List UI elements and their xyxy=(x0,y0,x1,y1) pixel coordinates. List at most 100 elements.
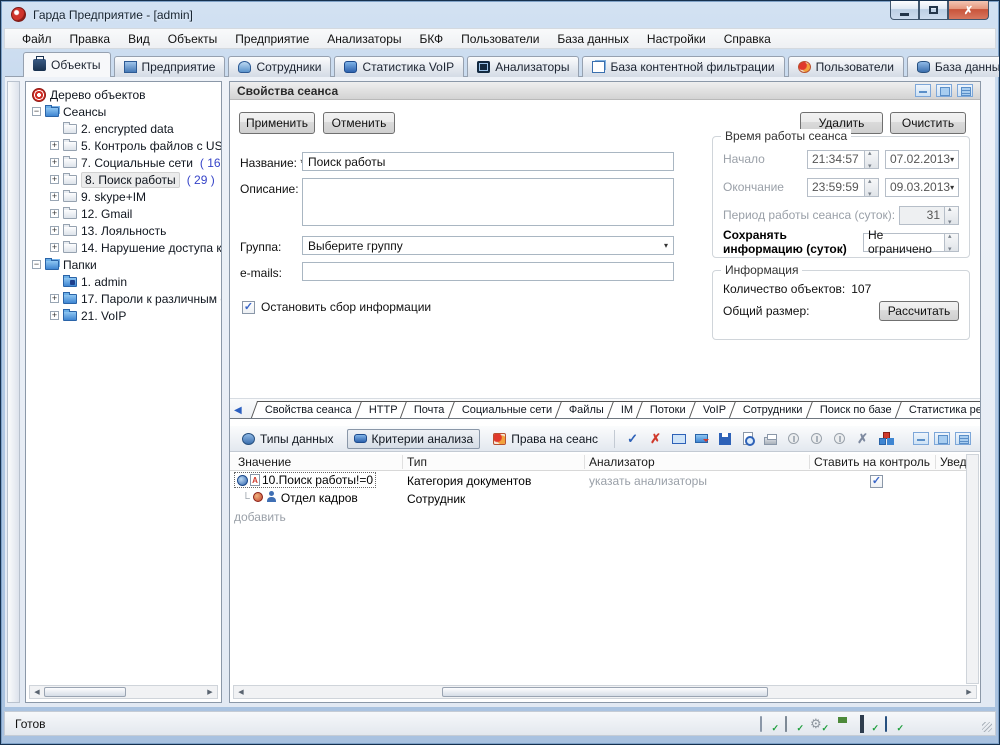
tree-item-session-8-selected[interactable]: 8. Поиск работы ( 29 ) xyxy=(26,171,221,188)
monitor-checkbox[interactable] xyxy=(870,475,883,488)
keep-info-spinner[interactable] xyxy=(945,233,959,252)
start-date-field[interactable]: 07.02.2013 ▾ xyxy=(885,150,959,169)
period-spinner[interactable] xyxy=(945,206,959,225)
expand-icon[interactable] xyxy=(50,158,59,167)
expand-icon[interactable] xyxy=(50,226,59,235)
stop-collection-checkbox[interactable] xyxy=(242,301,255,314)
add-criterion-row[interactable]: добавить xyxy=(230,507,966,525)
stop-collection-row[interactable]: Остановить сбор информации xyxy=(242,300,431,314)
tree-item-session-7[interactable]: 7. Социальные сети ( 162 ) xyxy=(26,154,221,171)
menu-file[interactable]: Файл xyxy=(13,30,61,48)
criteria-row-category[interactable]: A 10.Поиск работы!=0 Категория документо… xyxy=(230,471,966,489)
add-criterion-link[interactable]: добавить xyxy=(234,510,286,524)
view-criteria-button[interactable]: Критерии анализа xyxy=(347,429,481,449)
tab-database[interactable]: База данных xyxy=(907,56,1000,77)
menu-help[interactable]: Справка xyxy=(715,30,780,48)
network-monitor-status-icon[interactable]: ✓ xyxy=(860,717,876,731)
tree-item-session-14[interactable]: 14. Нарушение доступа к ин xyxy=(26,239,221,256)
tree-item-session-9[interactable]: 9. skype+IM xyxy=(26,188,221,205)
tree-horizontal-scrollbar[interactable]: ◀ ▶ xyxy=(29,685,218,699)
menu-analyzers[interactable]: Анализаторы xyxy=(318,30,410,48)
database-status-icon[interactable]: ✓ xyxy=(785,717,801,731)
column-header-notify[interactable]: Увед xyxy=(940,455,967,469)
expand-icon[interactable] xyxy=(50,141,59,150)
tab-employees[interactable]: Сотрудники xyxy=(228,56,331,77)
expand-icon[interactable] xyxy=(50,311,59,320)
expand-icon[interactable] xyxy=(50,209,59,218)
clear-button[interactable]: Очистить xyxy=(890,112,966,134)
confirm-check-icon[interactable]: ✓ xyxy=(624,430,641,447)
tree-item-folder-21[interactable]: 21. VoIP xyxy=(26,307,221,324)
end-time-field[interactable]: 23:59:59 xyxy=(807,178,865,197)
services-gear-status-icon[interactable]: ⚙✓ xyxy=(810,717,826,731)
tree-item-folder-17[interactable]: 17. Пароли к различным сер xyxy=(26,290,221,307)
criteria-row-employee[interactable]: └ Отдел кадров Сотрудник xyxy=(230,489,966,507)
menu-enterprise[interactable]: Предприятие xyxy=(226,30,318,48)
scroll-thumb[interactable] xyxy=(442,687,768,697)
period-field[interactable]: 31 xyxy=(899,206,945,225)
start-time-spinner[interactable] xyxy=(865,150,879,169)
description-textarea[interactable] xyxy=(302,178,674,226)
detail-tab-properties[interactable]: Свойства сеанса xyxy=(251,401,366,418)
expand-icon[interactable] xyxy=(50,175,59,184)
expand-icon[interactable] xyxy=(50,243,59,252)
collapse-icon[interactable] xyxy=(32,107,41,116)
license-flag-status-icon[interactable] xyxy=(835,717,851,731)
tree-item-session-13[interactable]: 13. Лояльность xyxy=(26,222,221,239)
collapse-icon[interactable] xyxy=(32,260,41,269)
close-button[interactable]: ✗ xyxy=(948,1,989,20)
column-header-analyzer[interactable]: Анализатор xyxy=(589,455,655,469)
tab-objects[interactable]: Объекты xyxy=(23,52,111,77)
tab-voip-stats[interactable]: Статистика VoIP xyxy=(334,56,464,77)
tree-group-folders[interactable]: Папки xyxy=(26,256,221,273)
panel-restore-button[interactable] xyxy=(957,84,973,97)
print-icon[interactable] xyxy=(762,430,779,447)
expand-icon[interactable] xyxy=(50,192,59,201)
end-date-field[interactable]: 09.03.2013 ▾ xyxy=(885,178,959,197)
export-computer-icon[interactable] xyxy=(670,430,687,447)
scroll-left-icon[interactable]: ◀ xyxy=(30,686,44,698)
panel-horizontal-scrollbar[interactable]: ◀ ▶ xyxy=(233,685,977,699)
network-map-icon[interactable] xyxy=(877,430,894,447)
end-time-spinner[interactable] xyxy=(865,178,879,197)
keep-info-field[interactable]: Не ограничено xyxy=(863,233,945,252)
save-icon[interactable] xyxy=(716,430,733,447)
emails-input[interactable] xyxy=(302,262,674,281)
cut-network-icon[interactable]: ✗ xyxy=(854,430,871,447)
column-header-type[interactable]: Тип xyxy=(407,455,427,469)
column-header-monitor[interactable]: Ставить на контроль xyxy=(814,455,930,469)
panel-maximize-button[interactable] xyxy=(936,84,952,97)
calculate-button[interactable]: Рассчитать xyxy=(879,301,959,321)
subpanel-maximize-button[interactable] xyxy=(934,432,950,445)
attachment-disabled-icon-1[interactable] xyxy=(785,430,802,447)
tabs-scroll-left-icon[interactable]: ◀ xyxy=(234,402,242,418)
import-folder-icon[interactable] xyxy=(693,430,710,447)
menu-objects[interactable]: Объекты xyxy=(159,30,227,48)
minimize-button[interactable] xyxy=(890,1,919,20)
panel-minimize-button[interactable] xyxy=(915,84,931,97)
menu-bkf[interactable]: БКФ xyxy=(411,30,453,48)
focused-cell[interactable]: A 10.Поиск работы!=0 xyxy=(234,472,376,488)
menu-database[interactable]: База данных xyxy=(548,30,637,48)
session-name-input[interactable] xyxy=(302,152,674,171)
connection-puzzle-icon[interactable] xyxy=(735,717,751,731)
tree-item-session-2[interactable]: 2. encrypted data xyxy=(26,120,221,137)
scroll-right-icon[interactable]: ▶ xyxy=(203,686,217,698)
tree-group-sessions[interactable]: Сеансы xyxy=(26,103,221,120)
resize-grip[interactable] xyxy=(982,722,992,732)
remove-cross-icon[interactable]: ✗ xyxy=(647,430,664,447)
docked-panel-strip[interactable] xyxy=(7,81,20,703)
title-bar[interactable]: Гарда Предприятие - [admin] xyxy=(1,1,999,28)
maximize-button[interactable] xyxy=(919,1,948,20)
detail-tab-http-stats[interactable]: Статистика ресурсов HTTP xyxy=(895,401,980,418)
menu-edit[interactable]: Правка xyxy=(61,30,120,48)
column-header-value[interactable]: Значение xyxy=(238,455,291,469)
tab-content-filter[interactable]: База контентной фильтрации xyxy=(582,56,784,77)
tab-users[interactable]: Пользователи xyxy=(788,56,904,77)
expand-icon[interactable] xyxy=(50,294,59,303)
tab-enterprise[interactable]: Предприятие xyxy=(114,56,226,77)
storage-status-icon[interactable]: ✓ xyxy=(885,717,901,731)
preview-document-icon[interactable] xyxy=(739,430,756,447)
view-permissions-button[interactable]: Права на сеанс xyxy=(486,429,605,449)
tab-analyzers[interactable]: Анализаторы xyxy=(467,56,579,77)
